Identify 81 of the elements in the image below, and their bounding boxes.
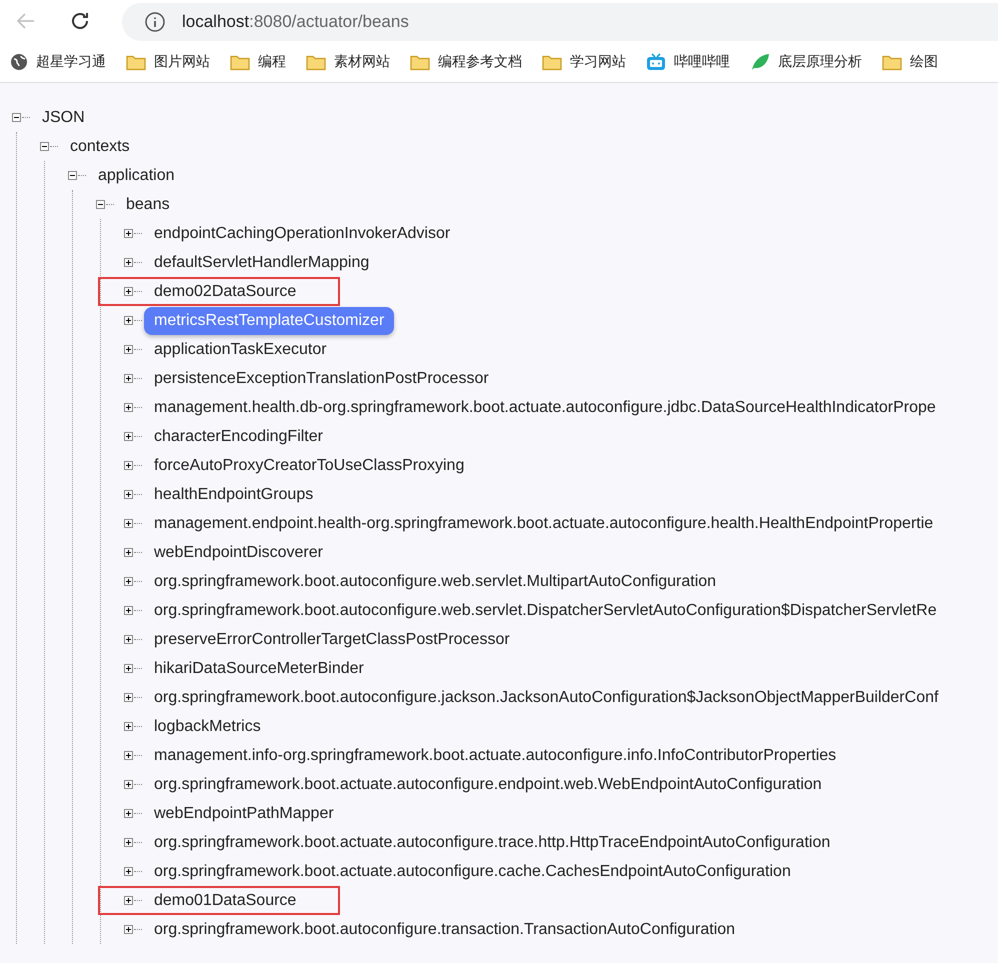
expand-toggle[interactable] bbox=[124, 490, 133, 499]
tree-node-label[interactable]: contexts bbox=[70, 136, 130, 156]
folder-icon bbox=[306, 54, 326, 70]
expand-toggle[interactable] bbox=[124, 896, 133, 905]
expand-toggle[interactable] bbox=[124, 722, 133, 731]
folder-icon bbox=[230, 54, 250, 70]
bookmark[interactable]: 编程 bbox=[230, 53, 286, 71]
tree-node-label[interactable]: org.springframework.boot.autoconfigure.web.servlet.MultipartAutoConfiguration bbox=[154, 572, 716, 592]
bookmark[interactable]: 素材网站 bbox=[306, 53, 390, 71]
expand-toggle[interactable] bbox=[124, 374, 133, 383]
expand-toggle[interactable] bbox=[124, 432, 133, 441]
collapse-toggle[interactable] bbox=[12, 113, 21, 122]
bookmark[interactable]: 底层原理分析 bbox=[750, 53, 862, 71]
tree-node-label[interactable]: demo01DataSource bbox=[154, 890, 296, 910]
bookmark[interactable]: 超星学习通 bbox=[10, 53, 106, 71]
folder-icon bbox=[410, 54, 430, 70]
collapse-toggle[interactable] bbox=[68, 171, 77, 180]
tree-node-label[interactable]: webEndpointPathMapper bbox=[154, 804, 334, 824]
tree-node-label[interactable]: org.springframework.boot.actuate.autoconfigure.trace.http.HttpTraceEndpointAutoConfiguration bbox=[154, 832, 830, 852]
bookmark[interactable]: 绘图 bbox=[882, 53, 938, 71]
folder-icon bbox=[126, 54, 146, 70]
expand-toggle[interactable] bbox=[124, 664, 133, 673]
expand-toggle[interactable] bbox=[124, 838, 133, 847]
tree-node-label[interactable]: beans bbox=[126, 194, 170, 214]
leaf-icon bbox=[750, 53, 770, 71]
tree-node-label[interactable]: endpointCachingOperationInvokerAdvisor bbox=[154, 224, 450, 244]
tree-node-label[interactable]: org.springframework.boot.autoconfigure.jackson.JacksonAutoConfiguration$JacksonObjectMapperBuilderConf bbox=[154, 688, 938, 708]
url-text: localhost:8080/actuator/beans bbox=[182, 12, 409, 32]
tree-node-label[interactable]: org.springframework.boot.autoconfigure.web.servlet.DispatcherServletAutoConfiguration$DispatcherServletRe bbox=[154, 600, 937, 620]
tree-node-label[interactable]: JSON bbox=[42, 108, 85, 128]
bookmark[interactable]: 图片网站 bbox=[126, 53, 210, 71]
tree-node-label[interactable]: logbackMetrics bbox=[154, 716, 261, 736]
tree-node-label[interactable]: hikariDataSourceMeterBinder bbox=[154, 658, 364, 678]
expand-toggle[interactable] bbox=[124, 809, 133, 818]
expand-toggle[interactable] bbox=[124, 693, 133, 702]
tree-node-label[interactable]: metricsRestTemplateCustomizer bbox=[144, 306, 394, 334]
tree-node-label[interactable]: defaultServletHandlerMapping bbox=[154, 252, 370, 272]
expand-toggle[interactable] bbox=[124, 461, 133, 470]
tree-node-label[interactable]: org.springframework.boot.actuate.autoconfigure.endpoint.web.WebEndpointAutoConfiguration bbox=[154, 774, 822, 794]
tree-node-label[interactable]: application bbox=[98, 166, 174, 186]
bookmark[interactable]: 编程参考文档 bbox=[410, 53, 522, 71]
collapse-toggle[interactable] bbox=[96, 200, 105, 209]
tree-node-label[interactable]: persistenceExceptionTranslationPostProcessor bbox=[154, 368, 489, 388]
expand-toggle[interactable] bbox=[124, 577, 133, 586]
expand-toggle[interactable] bbox=[124, 345, 133, 354]
expand-toggle[interactable] bbox=[124, 519, 133, 528]
tree-node-label[interactable]: webEndpointDiscoverer bbox=[154, 542, 323, 562]
tree-node-label[interactable]: org.springframework.boot.autoconfigure.transaction.TransactionAutoConfiguration bbox=[154, 920, 736, 940]
expand-toggle[interactable] bbox=[124, 287, 133, 296]
expand-toggle[interactable] bbox=[124, 635, 133, 644]
tree-node-label[interactable]: characterEncodingFilter bbox=[154, 426, 323, 446]
expand-toggle[interactable] bbox=[124, 403, 133, 412]
expand-toggle[interactable] bbox=[124, 606, 133, 615]
tree-node-label[interactable]: demo02DataSource bbox=[154, 282, 296, 302]
bookmark[interactable]: 哔哩哔哩 bbox=[646, 53, 730, 71]
tree-node-label[interactable]: management.info-org.springframework.boot.actuate.autoconfigure.info.InfoContributorProperties bbox=[154, 746, 836, 766]
tree-node-label[interactable]: management.health.db-org.springframework.boot.actuate.autoconfigure.jdbc.DataSourceHealthIndicatorPrope bbox=[154, 398, 936, 418]
tree-node-label[interactable]: forceAutoProxyCreatorToUseClassProxying bbox=[154, 456, 464, 476]
folder-icon bbox=[882, 54, 902, 70]
expand-toggle[interactable] bbox=[124, 548, 133, 557]
folder-icon bbox=[542, 54, 562, 70]
info-icon[interactable] bbox=[144, 11, 166, 33]
expand-toggle[interactable] bbox=[124, 867, 133, 876]
tree-node-label[interactable]: healthEndpointGroups bbox=[154, 484, 314, 504]
tree-node-label[interactable]: management.endpoint.health-org.springframework.boot.actuate.autoconfigure.health.HealthEndpointPropertie bbox=[154, 514, 934, 534]
expand-toggle[interactable] bbox=[124, 316, 133, 325]
collapse-toggle[interactable] bbox=[40, 142, 49, 151]
expand-toggle[interactable] bbox=[124, 925, 133, 934]
back-arrow-icon bbox=[16, 13, 35, 29]
expand-toggle[interactable] bbox=[124, 258, 133, 267]
expand-toggle[interactable] bbox=[124, 751, 133, 760]
tree-node-label[interactable]: preserveErrorControllerTargetClassPostProcessor bbox=[154, 630, 510, 650]
tv-icon bbox=[646, 53, 666, 71]
address-bar[interactable]: localhost:8080/actuator/beans bbox=[122, 3, 998, 41]
expand-toggle[interactable] bbox=[124, 780, 133, 789]
tree-node-label[interactable]: applicationTaskExecutor bbox=[154, 340, 327, 360]
bookmark[interactable]: 学习网站 bbox=[542, 53, 626, 71]
tree-node-label[interactable]: org.springframework.boot.actuate.autoconfigure.cache.CachesEndpointAutoConfiguration bbox=[154, 862, 791, 882]
reload-icon bbox=[72, 12, 88, 29]
globe-icon bbox=[10, 53, 28, 71]
expand-toggle[interactable] bbox=[124, 229, 133, 238]
